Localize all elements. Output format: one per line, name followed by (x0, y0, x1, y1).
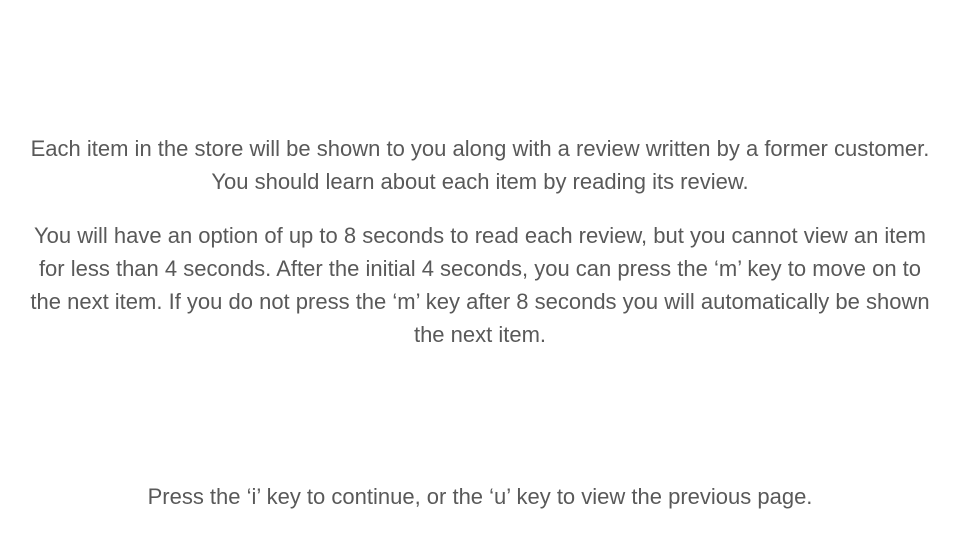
continue-prompt: Press the ‘i’ key to continue, or the ‘u… (147, 484, 813, 509)
instruction-paragraph-1: Each item in the store will be shown to … (30, 136, 930, 194)
instructions-block: Each item in the store will be shown to … (30, 132, 930, 351)
instruction-paragraph-2: You will have an option of up to 8 secon… (30, 223, 930, 347)
